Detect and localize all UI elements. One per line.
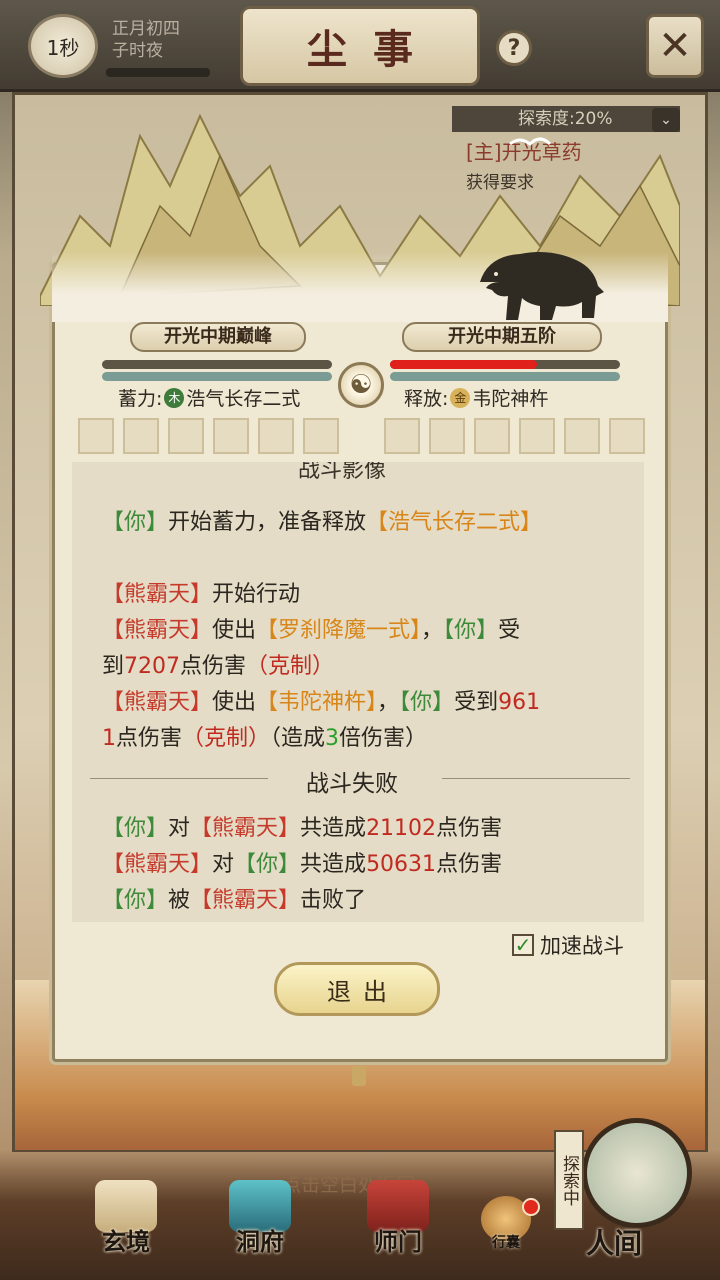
timer-badge: 1秒 [28,14,98,78]
exploring-flag: 探索中 [554,1130,584,1230]
summary-line: 【熊霸天】对【你】共造成50631点伤害 [102,852,503,877]
buff-slot [474,418,510,454]
log-line: 【你】开始蓄力，准备释放【浩气长存二式】 [102,510,543,535]
taiji-icon: ☯ [338,362,384,408]
crane-icon [509,137,552,147]
release-skill-info: 释放: 金 韦陀神杵 [404,384,548,411]
buff-slot [519,418,555,454]
battle-result: 战斗失败 [306,771,398,797]
metal-element-icon: 金 [450,387,471,408]
charge-skill-info: 蓄力: 木 浩气长存二式 [118,384,300,411]
battle-log[interactable]: 战斗影像 【你】开始蓄力，准备释放【浩气长存二式】 【熊霸天】开始行动 【熊霸天… [72,462,644,922]
page-title: 尘事 [240,6,480,86]
summary-line: 【你】被【熊霸天】击败了 [102,888,367,913]
buff-slot [168,418,204,454]
player-realm: 开光中期巅峰 [130,322,306,352]
buff-slot [213,418,249,454]
charge-skill-name: 浩气长存二式 [186,388,301,410]
top-bar: 1秒 正月初四 子时夜 尘事 ? ✕ [0,0,720,92]
nav-shimen[interactable]: 师门 [352,1180,444,1257]
buff-slot [303,418,339,454]
log-line: 【熊霸天】开始行动 [102,582,301,607]
player-mp-bar [102,372,332,381]
enemy-hp-fill [390,360,537,369]
charge-label: 蓄力: [118,388,163,410]
enemy-realm: 开光中期五阶 [402,322,602,352]
nav-renjian[interactable]: 人间 [576,1118,696,1260]
summary-line: 【你】对【熊霸天】共造成21102点伤害 [102,816,503,841]
player-hp-bar [102,360,332,369]
nav-xuanjing[interactable]: 玄境 [80,1180,172,1257]
speed-label: 加速战斗 [540,934,624,958]
log-cut-line: 战斗影像 [298,462,387,483]
scroll-pin-icon [352,1066,366,1086]
notification-dot [522,1198,540,1216]
release-skill-name: 韦陀神杵 [472,388,549,410]
log-line: 【熊霸天】使出【罗刹降魔一式】，【你】受 [102,618,521,643]
log-line: 到7207点伤害（克制） [102,654,335,679]
log-line: 【熊霸天】使出【韦陀神杵】，【你】受到961 [102,690,541,715]
date-display: 正月初四 子时夜 [112,18,180,62]
buff-slot [78,418,114,454]
buff-slot [609,418,645,454]
release-label: 释放: [404,388,449,410]
buff-slot [258,418,294,454]
buff-slot [123,418,159,454]
date-line-1: 正月初四 [112,19,180,39]
enemy-mp-bar [390,372,620,381]
exit-button[interactable]: 退出 [274,962,440,1016]
divider [442,778,630,779]
divider [90,778,268,779]
enemy-buff-slots [384,418,645,454]
nav-dongfu[interactable]: 洞府 [214,1180,306,1257]
speed-toggle[interactable]: ✓ 加速战斗 [512,930,624,960]
wood-element-icon: 木 [164,387,185,408]
log-line: 1点伤害（克制）（造成3倍伤害） [102,726,428,751]
buff-slot [384,418,420,454]
bear-enemy-icon [480,252,604,320]
player-buff-slots [78,418,339,454]
buff-slot [564,418,600,454]
time-progress-bar [106,68,210,77]
buff-slot [429,418,465,454]
help-button[interactable]: ? [496,30,532,66]
checkbox-checked-icon[interactable]: ✓ [512,934,534,956]
world-map-icon [582,1118,692,1228]
date-line-2: 子时夜 [112,41,163,61]
close-button[interactable]: ✕ [646,14,704,78]
